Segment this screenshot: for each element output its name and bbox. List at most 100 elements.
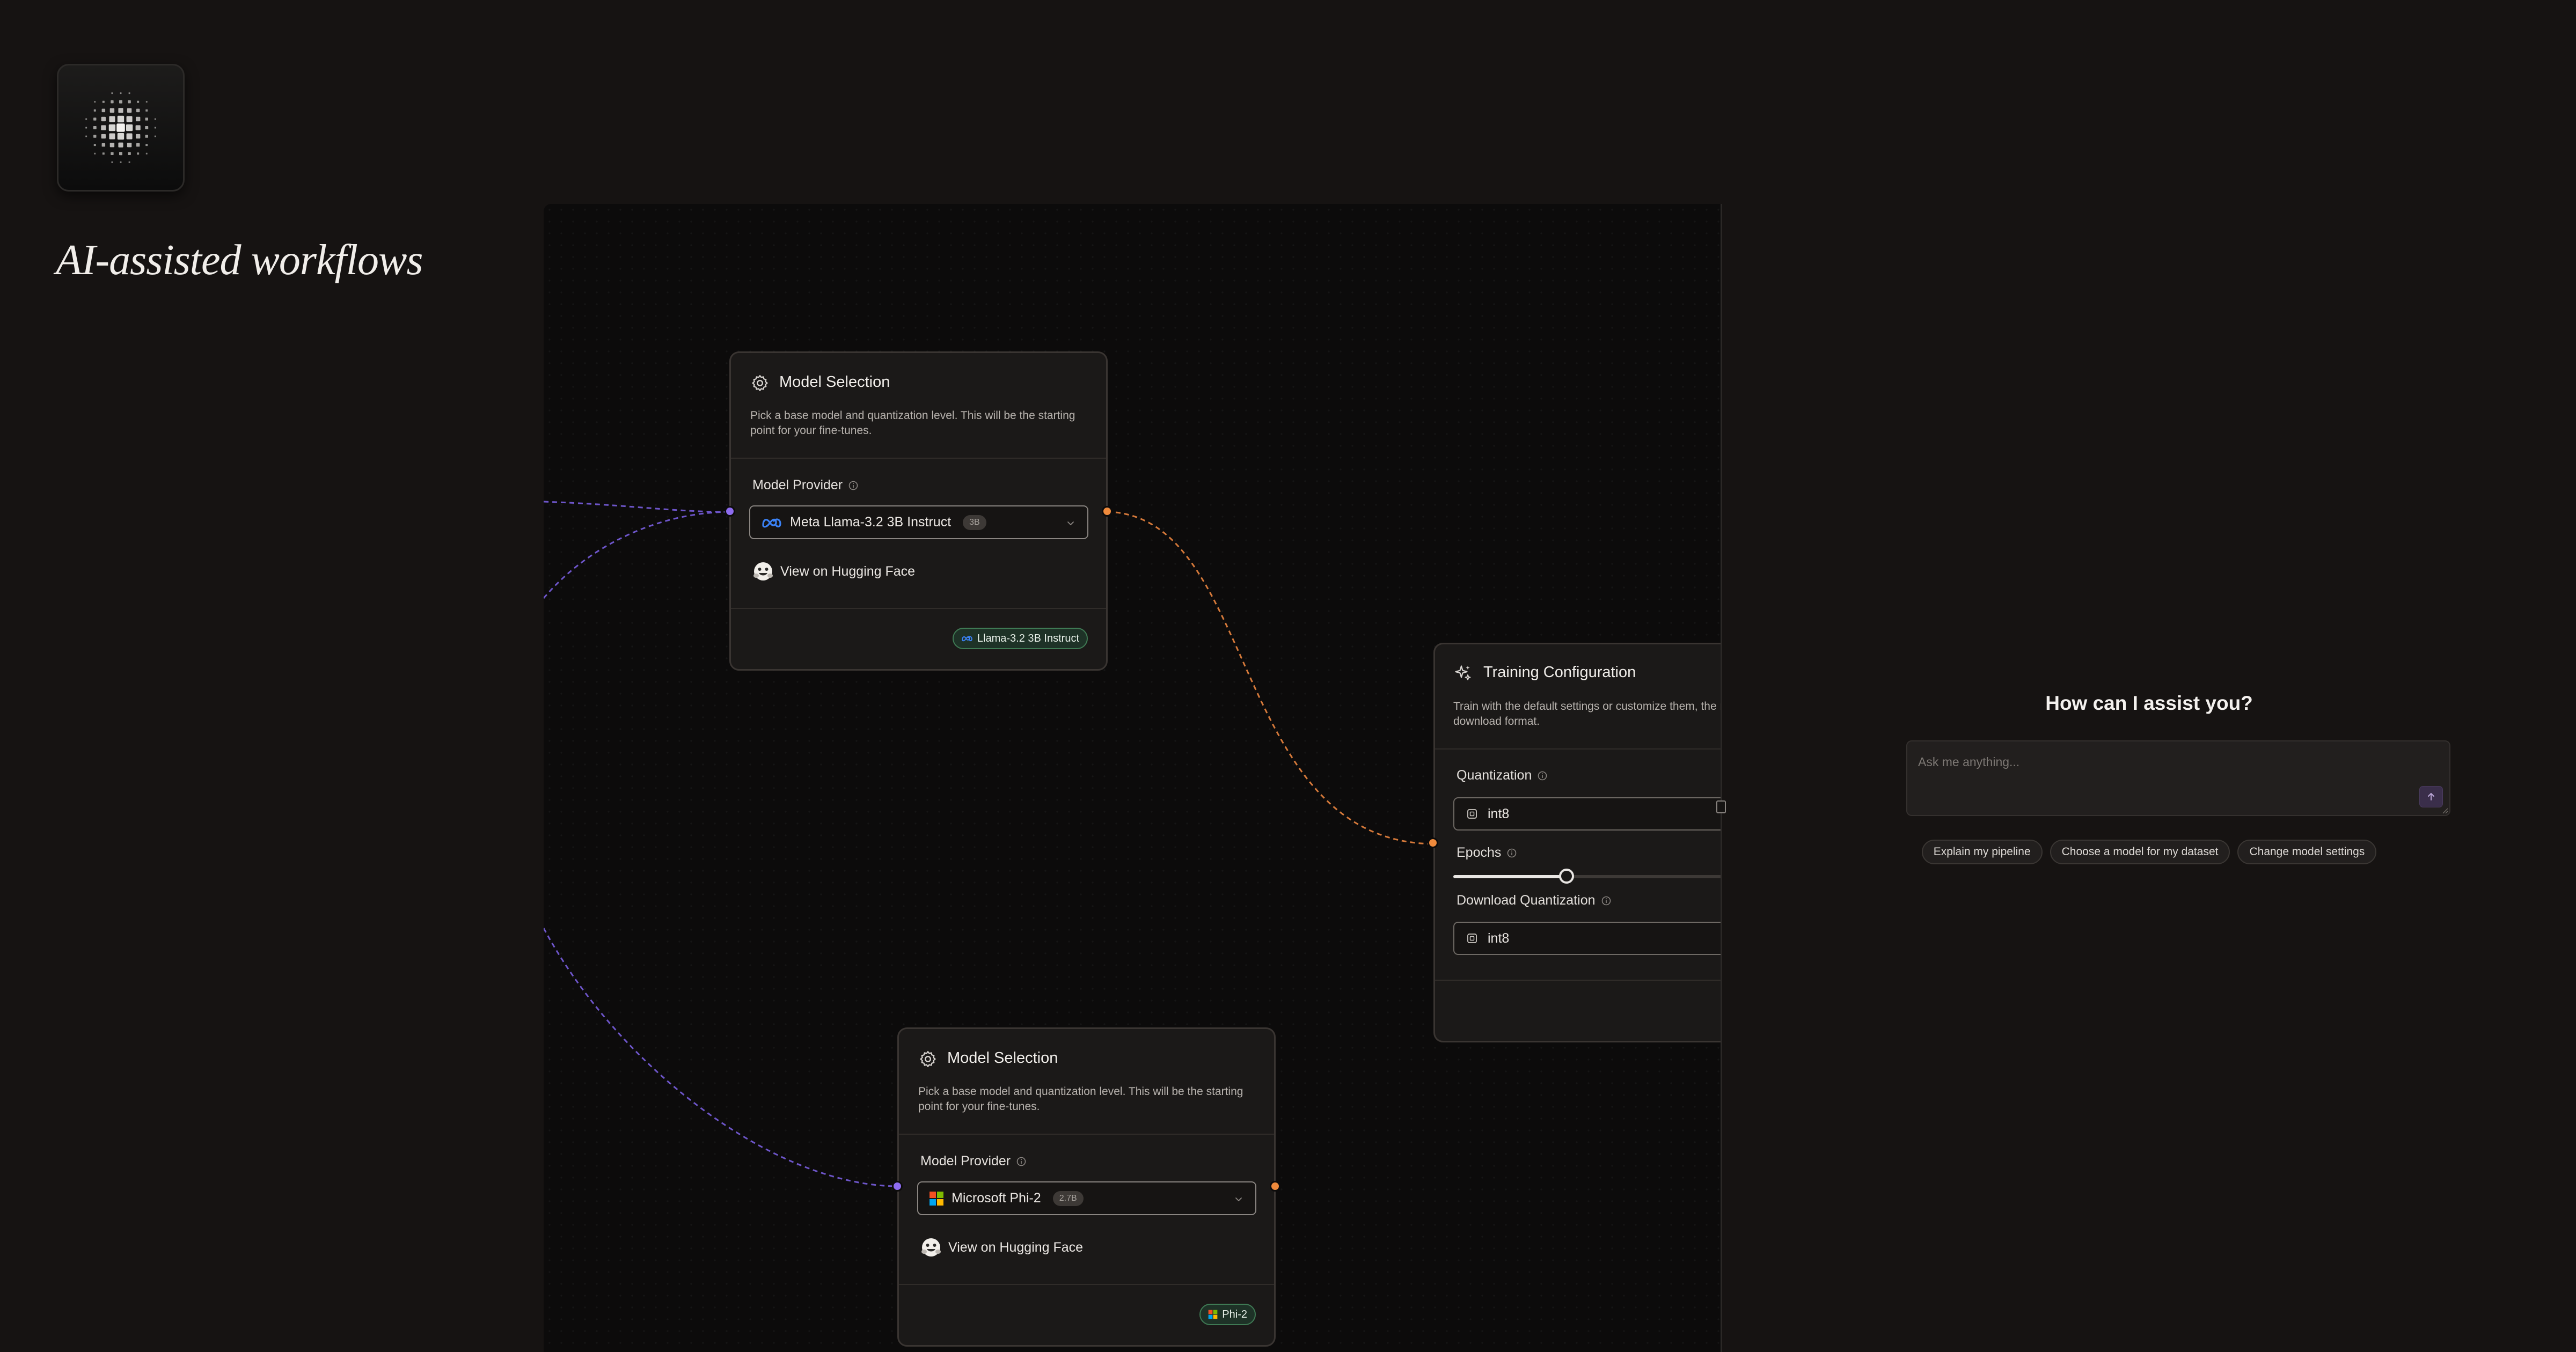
gear-icon xyxy=(920,1051,936,1067)
logo-dot xyxy=(93,109,96,112)
logo-dot xyxy=(136,108,140,113)
link-label: View on Hugging Face xyxy=(948,1239,1084,1255)
logo-dot xyxy=(93,144,96,146)
model-provider-select[interactable]: Meta Llama-3.2 3B Instruct 3B xyxy=(749,505,1088,539)
logo-dot xyxy=(111,152,114,155)
model-provider-select[interactable]: Microsoft Phi-2 2.7B xyxy=(917,1181,1256,1215)
chevron-down-icon xyxy=(1235,1197,1242,1202)
divider xyxy=(731,608,1106,609)
logo-dot xyxy=(145,101,148,103)
hugging-face-icon xyxy=(753,562,773,581)
logo-dot xyxy=(120,92,122,94)
dot-grid-logo-icon xyxy=(85,92,156,163)
node-description: Pick a base model and quantization level… xyxy=(750,409,1075,437)
panel-divider[interactable] xyxy=(1721,204,1722,1352)
logo-dot xyxy=(136,143,140,147)
logo-dot xyxy=(101,143,106,147)
sparkle-icon xyxy=(1455,665,1471,680)
node-title: Training Configuration xyxy=(1483,664,1636,681)
download-quantization-value: int8 xyxy=(1488,930,1510,946)
logo-dot xyxy=(85,135,87,137)
logo-dot xyxy=(128,152,131,155)
logo-dot xyxy=(85,127,87,129)
suggestion-change-settings[interactable]: Change model settings xyxy=(2237,840,2377,864)
model-size-badge: 2.7B xyxy=(1052,1191,1084,1206)
field-label-text: Quantization xyxy=(1457,768,1532,783)
node-1-input-handle[interactable] xyxy=(724,506,735,517)
training-input-handle[interactable] xyxy=(1428,837,1438,848)
node-title: Model Selection xyxy=(947,1049,1058,1067)
link-label: View on Hugging Face xyxy=(780,563,916,579)
node-2-output-handle[interactable] xyxy=(1270,1181,1280,1192)
logo-dot xyxy=(126,116,133,122)
output-model-badge: Phi-2 xyxy=(1199,1304,1256,1325)
app-logo xyxy=(57,64,185,192)
divider-drag-handle[interactable] xyxy=(1716,800,1726,813)
logo-dot xyxy=(145,117,148,121)
suggestion-choose-model[interactable]: Choose a model for my dataset xyxy=(2050,840,2230,864)
logo-dot xyxy=(119,152,122,156)
suggestion-chips: Explain my pipeline Choose a model for m… xyxy=(1722,840,2576,864)
info-icon xyxy=(1016,1157,1026,1166)
logo-dot xyxy=(154,127,156,129)
node-description: Train with the default settings or custo… xyxy=(1453,700,1751,728)
info-icon xyxy=(1601,896,1611,905)
hugging-face-link[interactable]: View on Hugging Face xyxy=(919,1236,1083,1259)
chevron-down-icon xyxy=(1067,521,1074,526)
field-label-text: Model Provider xyxy=(752,477,843,493)
chat-input-box[interactable] xyxy=(1906,740,2450,816)
suggestion-explain-pipeline[interactable]: Explain my pipeline xyxy=(1921,840,2043,864)
chip-icon xyxy=(1467,934,1477,943)
resize-grip-icon[interactable] xyxy=(2441,806,2448,814)
model-size-badge: 3B xyxy=(963,515,986,530)
quantization-label: Quantization xyxy=(1457,768,1548,783)
logo-dot xyxy=(126,133,133,139)
logo-dot xyxy=(94,152,96,155)
model-provider-label: Model Provider xyxy=(752,477,859,493)
meta-icon xyxy=(962,636,972,642)
divider xyxy=(899,1134,1274,1135)
logo-dot xyxy=(145,109,148,112)
field-label-text: Model Provider xyxy=(920,1153,1011,1169)
node-title: Model Selection xyxy=(779,373,890,391)
logo-dot xyxy=(128,161,130,163)
node-2-input-handle[interactable] xyxy=(892,1181,903,1192)
logo-dot xyxy=(109,142,115,148)
logo-dot xyxy=(109,116,115,122)
logo-dot xyxy=(119,100,122,104)
field-label-text: Download Quantization xyxy=(1457,893,1596,908)
epochs-slider-thumb[interactable] xyxy=(1559,869,1575,884)
logo-dot xyxy=(109,108,115,113)
logo-dot xyxy=(145,135,148,138)
logo-dot xyxy=(111,92,113,94)
divider xyxy=(899,1284,1274,1285)
download-quantization-label: Download Quantization xyxy=(1457,893,1612,908)
logo-dot xyxy=(111,100,114,104)
info-icon xyxy=(1507,848,1517,857)
logo-dot xyxy=(101,134,106,139)
logo-dot xyxy=(145,152,148,155)
hugging-face-link[interactable]: View on Hugging Face xyxy=(751,560,915,583)
logo-dot xyxy=(111,161,113,163)
model-selection-node-1[interactable]: Model Selection Pick a base model and qu… xyxy=(729,351,1108,671)
edge-into-node-2 xyxy=(544,928,898,1187)
logo-dot xyxy=(116,123,125,132)
model-provider-label: Model Provider xyxy=(920,1153,1027,1169)
logo-dot xyxy=(135,134,141,139)
page-headline: AI-assisted workflows xyxy=(56,237,423,284)
logo-dot xyxy=(127,142,132,148)
assistant-title: How can I assist you? xyxy=(2045,692,2253,714)
hugging-face-icon xyxy=(921,1238,941,1257)
logo-dot xyxy=(108,124,116,131)
model-selection-node-2[interactable]: Model Selection Pick a base model and qu… xyxy=(897,1027,1276,1347)
edge-node-1-to-training xyxy=(1107,511,1435,845)
epochs-label: Epochs xyxy=(1457,845,1517,861)
logo-dot xyxy=(85,118,87,120)
send-button[interactable] xyxy=(2419,786,2443,807)
logo-dot xyxy=(101,108,106,113)
logo-dot xyxy=(117,115,125,123)
node-description: Pick a base model and quantization level… xyxy=(918,1085,1243,1113)
chat-input[interactable] xyxy=(1918,751,2390,773)
node-1-output-handle[interactable] xyxy=(1102,506,1113,517)
edge-into-node-1-curved xyxy=(544,511,730,599)
